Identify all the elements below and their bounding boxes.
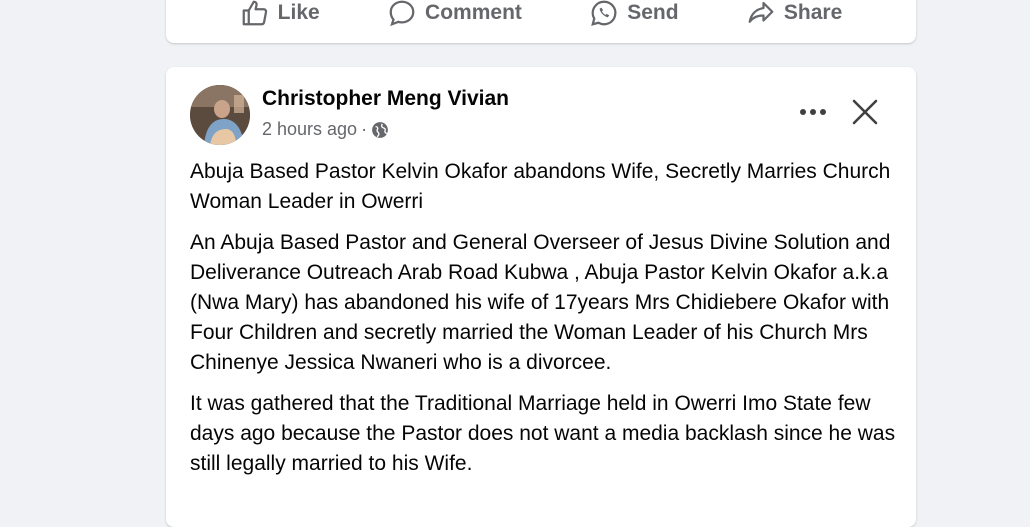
more-options-button[interactable] xyxy=(798,97,828,127)
close-button[interactable] xyxy=(850,97,880,127)
post-paragraph: It was gathered that the Traditional Mar… xyxy=(190,392,896,475)
send-button[interactable]: Send xyxy=(589,0,679,28)
globe-icon xyxy=(372,121,388,138)
share-label: Share xyxy=(783,1,843,24)
comment-icon xyxy=(389,0,415,27)
avatar[interactable] xyxy=(190,85,250,145)
previous-post-card: Like Comment Send Share xyxy=(166,0,916,43)
send-icon xyxy=(591,0,617,26)
close-icon xyxy=(852,99,878,125)
post-meta: 2 hours ago · xyxy=(262,119,389,140)
avatar-photo xyxy=(190,85,250,145)
share-button[interactable]: Share xyxy=(746,0,842,28)
more-options-icon xyxy=(800,109,826,115)
post-card: Christopher Meng Vivian 2 hours ago · Ab… xyxy=(166,67,916,527)
post-author[interactable]: Christopher Meng Vivian xyxy=(262,87,509,111)
post-body: Abuja Based Pastor Kelvin Okafor abandon… xyxy=(190,157,896,490)
send-label: Send xyxy=(627,1,679,24)
meta-separator: · xyxy=(361,119,368,139)
post-time[interactable]: 2 hours ago xyxy=(262,119,357,140)
comment-label: Comment xyxy=(425,1,522,24)
comment-button[interactable]: Comment xyxy=(387,0,522,28)
like-label: Like xyxy=(277,1,320,24)
like-button[interactable]: Like xyxy=(240,0,320,28)
post-action-bar: Like Comment Send Share xyxy=(166,0,916,28)
share-icon xyxy=(748,1,774,23)
post-headline: Abuja Based Pastor Kelvin Okafor abandon… xyxy=(190,160,891,213)
post-paragraph: An Abuja Based Pastor and General Overse… xyxy=(190,231,891,374)
like-icon xyxy=(242,0,267,26)
